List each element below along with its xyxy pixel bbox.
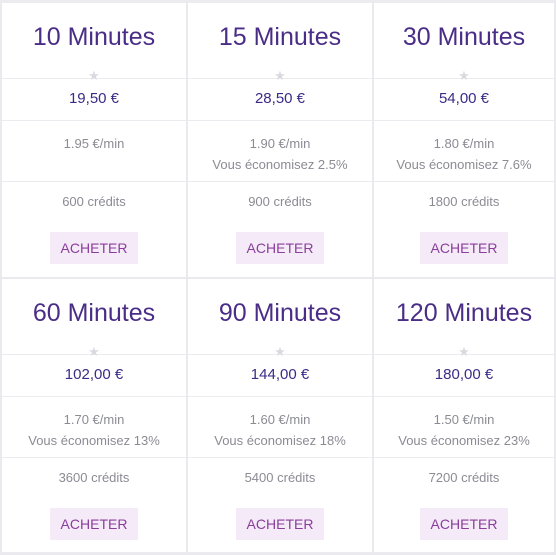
plan-saving: Vous économisez 23%: [398, 433, 530, 448]
divider: [374, 396, 554, 397]
plan-rate-block: 1.90 €/min Vous économisez 2.5%: [188, 133, 372, 175]
plan-rate-per-minute: 1.50 €/min: [433, 412, 495, 427]
divider: [188, 457, 372, 458]
plan-rate-per-minute: 1.90 €/min: [249, 136, 311, 151]
plan-card-10-minutes: 10 Minutes ★ 19,50 € 1.95 €/min 600 créd…: [0, 3, 186, 279]
plan-price: 19,50 €: [68, 90, 120, 107]
plan-saving: Vous économisez 2.5%: [212, 157, 348, 172]
star-icon: ★: [458, 68, 470, 83]
plan-saving: Vous économisez 7.6%: [396, 157, 532, 172]
plan-rate-block: 1.95 €/min: [2, 133, 186, 154]
plan-price: 28,50 €: [254, 90, 306, 107]
plan-price: 102,00 €: [64, 366, 124, 383]
plan-title: 15 Minutes: [218, 23, 342, 51]
divider: [2, 181, 186, 182]
plan-card-30-minutes: 30 Minutes ★ 54,00 € 1.80 €/min Vous éco…: [372, 3, 556, 279]
divider: [374, 457, 554, 458]
plan-card-15-minutes: 15 Minutes ★ 28,50 € 1.90 €/min Vous éco…: [186, 3, 372, 279]
buy-button[interactable]: ACHETER: [50, 232, 138, 264]
star-icon: ★: [274, 344, 286, 359]
plan-credits: 1800 crédits: [428, 194, 500, 209]
plan-title: 10 Minutes: [32, 23, 156, 51]
plan-title: 90 Minutes: [218, 299, 342, 327]
buy-button[interactable]: ACHETER: [236, 232, 324, 264]
plan-credits: 3600 crédits: [58, 470, 130, 485]
plan-title: 120 Minutes: [395, 299, 533, 327]
pricing-grid: 10 Minutes ★ 19,50 € 1.95 €/min 600 créd…: [0, 0, 556, 555]
plan-rate-per-minute: 1.95 €/min: [63, 136, 125, 151]
divider: [374, 120, 554, 121]
plan-rate-per-minute: 1.60 €/min: [249, 412, 311, 427]
plan-price: 144,00 €: [250, 366, 310, 383]
plan-title: 60 Minutes: [32, 299, 156, 327]
divider: [188, 396, 372, 397]
plan-credits: 7200 crédits: [428, 470, 500, 485]
plan-title: 30 Minutes: [402, 23, 526, 51]
plan-saving: Vous économisez 18%: [214, 433, 346, 448]
plan-rate-block: 1.50 €/min Vous économisez 23%: [374, 409, 554, 451]
star-icon: ★: [88, 68, 100, 83]
plan-credits: 5400 crédits: [244, 470, 316, 485]
plan-rate-block: 1.80 €/min Vous économisez 7.6%: [374, 133, 554, 175]
plan-rate-block: 1.70 €/min Vous économisez 13%: [2, 409, 186, 451]
plan-rate-per-minute: 1.80 €/min: [433, 136, 495, 151]
divider: [2, 396, 186, 397]
buy-button[interactable]: ACHETER: [236, 508, 324, 540]
divider: [188, 120, 372, 121]
plan-rate-per-minute: 1.70 €/min: [63, 412, 125, 427]
plan-credits: 900 crédits: [248, 194, 312, 209]
star-icon: ★: [458, 344, 470, 359]
divider: [2, 120, 186, 121]
plan-card-90-minutes: 90 Minutes ★ 144,00 € 1.60 €/min Vous éc…: [186, 279, 372, 555]
divider: [188, 181, 372, 182]
buy-button[interactable]: ACHETER: [420, 232, 508, 264]
plan-card-60-minutes: 60 Minutes ★ 102,00 € 1.70 €/min Vous éc…: [0, 279, 186, 555]
divider: [2, 457, 186, 458]
plan-price: 54,00 €: [438, 90, 490, 107]
buy-button[interactable]: ACHETER: [50, 508, 138, 540]
plan-card-120-minutes: 120 Minutes ★ 180,00 € 1.50 €/min Vous é…: [372, 279, 556, 555]
plan-price: 180,00 €: [434, 366, 494, 383]
plan-credits: 600 crédits: [62, 194, 126, 209]
plan-rate-block: 1.60 €/min Vous économisez 18%: [188, 409, 372, 451]
star-icon: ★: [88, 344, 100, 359]
plan-saving: Vous économisez 13%: [28, 433, 160, 448]
divider: [374, 181, 554, 182]
star-icon: ★: [274, 68, 286, 83]
buy-button[interactable]: ACHETER: [420, 508, 508, 540]
